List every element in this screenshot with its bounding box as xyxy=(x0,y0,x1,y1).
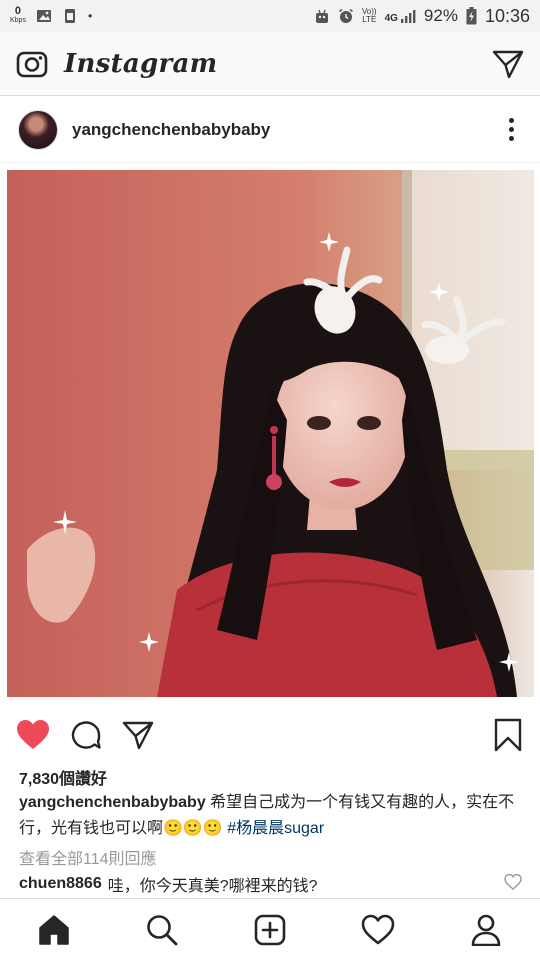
battery-icon xyxy=(466,7,477,25)
app-header: Instagram xyxy=(0,32,540,96)
volte-bottom: LTE xyxy=(362,15,377,24)
bookmark-icon xyxy=(494,718,522,752)
person-icon xyxy=(471,914,501,946)
nav-profile[interactable] xyxy=(456,900,516,960)
paper-plane-icon xyxy=(122,721,154,750)
storage-notification-icon xyxy=(64,9,75,23)
signal-indicator: 4G xyxy=(385,8,416,24)
more-dot-icon xyxy=(509,127,514,132)
alarm-icon xyxy=(338,8,353,23)
search-icon xyxy=(147,914,178,945)
battery-percent: 92% xyxy=(423,6,458,25)
caption-hashtag[interactable]: #杨晨晨sugar xyxy=(227,820,324,837)
caption-username[interactable]: yangchenchenbabybaby xyxy=(19,794,206,811)
app-logo: Instagram xyxy=(64,48,218,79)
avatar[interactable] xyxy=(18,109,58,150)
notification-dot: • xyxy=(87,9,93,23)
paper-plane-icon xyxy=(492,50,524,78)
post-header: yangchenchenbabybaby xyxy=(0,97,540,163)
comment-row: chuen8866 哇，你今天真美?哪裡来的钱? xyxy=(19,872,524,896)
post-username[interactable]: yangchenchenbabybaby xyxy=(72,120,270,140)
post-photo[interactable] xyxy=(7,170,534,697)
more-dot-icon xyxy=(509,136,514,141)
camera-button[interactable] xyxy=(16,48,48,80)
plus-square-icon xyxy=(254,914,286,945)
heart-outline-icon xyxy=(361,914,395,944)
status-left: 0 Kbps • xyxy=(10,5,93,25)
network-speed: 0 Kbps xyxy=(10,5,26,25)
comment-text: 哇，你今天真美?哪裡来的钱? xyxy=(107,878,318,895)
nav-home[interactable] xyxy=(24,900,84,960)
kbps-value: 0 xyxy=(14,5,22,17)
nav-activity[interactable] xyxy=(348,900,408,960)
more-dot-icon xyxy=(509,118,514,123)
clock: 10:36 xyxy=(484,5,530,26)
status-right: Vo)) LTE 4G 92% 10:36 xyxy=(314,6,530,27)
camera-icon xyxy=(16,51,48,77)
bottom-navigation xyxy=(0,898,540,960)
post-actions xyxy=(0,712,540,758)
view-all-comments-link[interactable]: 查看全部114則回應 xyxy=(19,845,157,869)
photo-illustration xyxy=(7,170,534,697)
signal-strength-icon xyxy=(400,10,416,23)
post-caption: yangchenchenbabybaby 希望自己成为一个有钱又有趣的人，实在不… xyxy=(19,790,524,842)
android-robot-icon xyxy=(315,9,328,23)
like-button[interactable] xyxy=(16,719,50,751)
volte-indicator: Vo)) LTE xyxy=(362,8,377,24)
home-icon xyxy=(39,914,69,945)
comment-bubble-icon xyxy=(71,721,101,749)
heart-outline-icon xyxy=(504,873,522,890)
nav-add-post[interactable] xyxy=(240,900,300,960)
comment-button[interactable] xyxy=(70,719,102,751)
share-button[interactable] xyxy=(122,720,154,750)
comment-username[interactable]: chuen8866 xyxy=(19,875,102,893)
heart-filled-icon xyxy=(17,720,49,749)
more-options-button[interactable] xyxy=(501,112,522,147)
network-type: 4G xyxy=(384,13,398,24)
nav-search[interactable] xyxy=(132,900,192,960)
image-notification-icon xyxy=(36,10,51,22)
status-bar: 0 Kbps • Vo)) LTE 4G 92% 10:36 xyxy=(0,0,540,32)
save-button[interactable] xyxy=(494,718,522,752)
comment-like-button[interactable] xyxy=(504,873,522,895)
likes-count[interactable]: 7,830個讚好 xyxy=(19,765,107,789)
kbps-unit: Kbps xyxy=(10,17,26,24)
direct-messages-button[interactable] xyxy=(492,49,524,79)
